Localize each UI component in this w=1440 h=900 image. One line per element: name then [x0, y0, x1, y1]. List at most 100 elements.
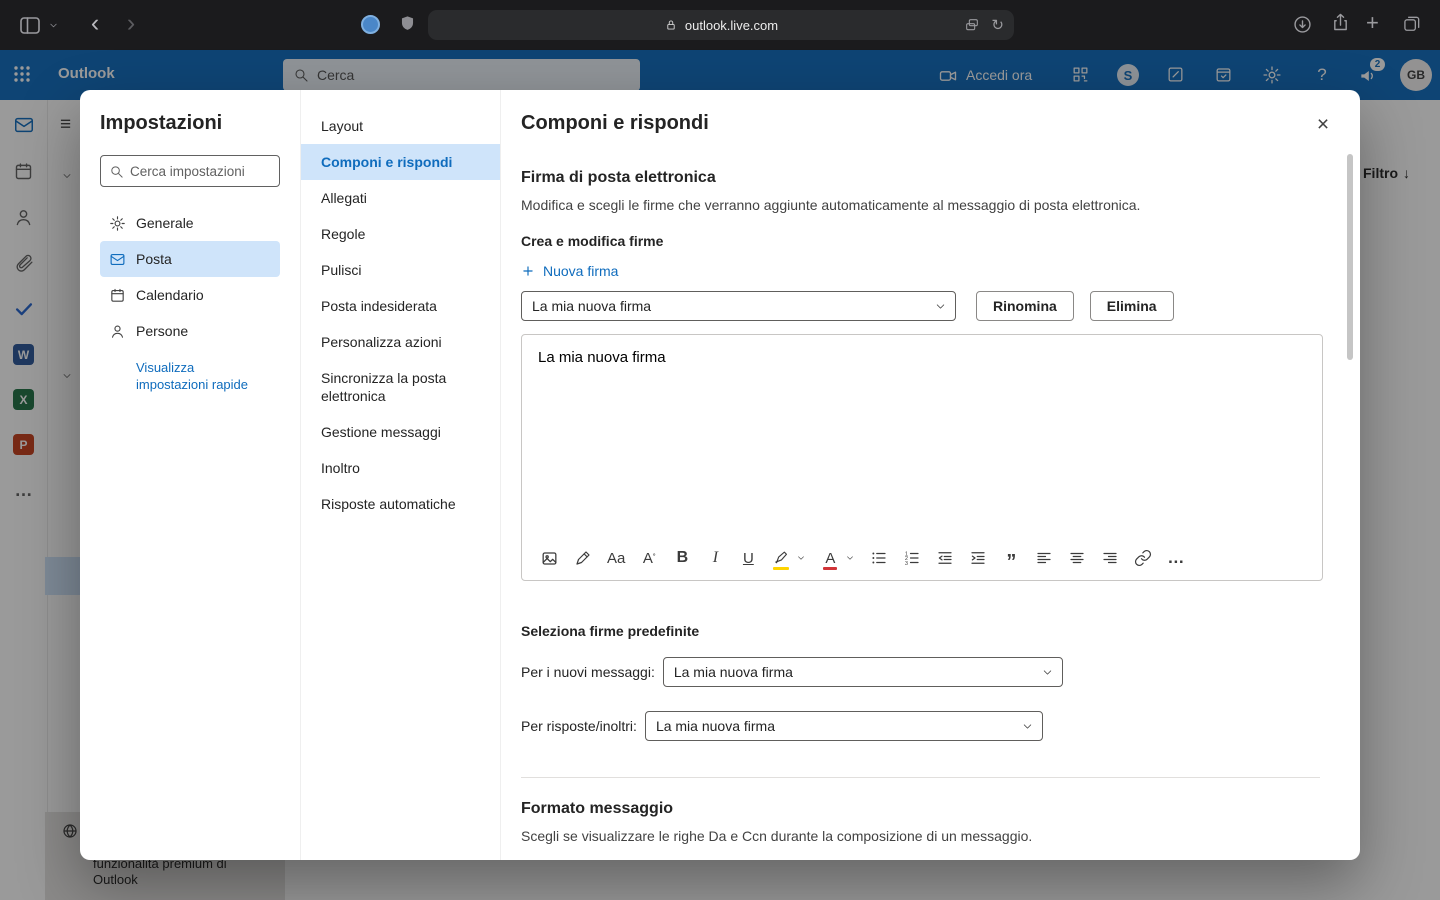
default-signatures-heading: Seleziona firme predefinite — [521, 623, 1320, 639]
back-button[interactable]: ‹ — [82, 8, 108, 38]
highlight-chevron-icon[interactable] — [796, 553, 806, 563]
tab-group-chevron-icon[interactable] — [48, 20, 59, 31]
chevron-down-icon — [1041, 666, 1054, 679]
numbered-list-icon[interactable]: 123 — [903, 546, 921, 570]
replies-select[interactable]: La mia nuova firma — [645, 711, 1043, 741]
section-gestione-messaggi[interactable]: Gestione messaggi — [301, 414, 500, 450]
align-center-icon[interactable] — [1068, 546, 1086, 570]
chevron-down-icon — [1021, 720, 1034, 733]
signature-editor[interactable]: La mia nuova firma Aa A˚ B I U — [521, 334, 1323, 581]
settings-nav-panel: Impostazioni Generale Posta — [80, 90, 300, 860]
bullet-list-icon[interactable] — [870, 546, 888, 570]
section-allegati[interactable]: Allegati — [301, 180, 500, 216]
quote-icon[interactable]: ” — [1002, 546, 1020, 570]
calendar-icon — [108, 286, 126, 304]
section-personalizza-azioni[interactable]: Personalizza azioni — [301, 324, 500, 360]
category-label: Persone — [136, 323, 188, 339]
category-generale[interactable]: Generale — [100, 205, 280, 241]
new-signature-label: Nuova firma — [543, 263, 618, 279]
extension-icon[interactable] — [361, 15, 380, 34]
panel-title: Componi e rispondi — [521, 90, 1320, 135]
section-inoltro[interactable]: Inoltro — [301, 450, 500, 486]
browser-chrome: ‹ › outlook.live.com ↻ + — [0, 0, 1440, 50]
align-right-icon[interactable] — [1101, 546, 1119, 570]
lock-icon — [664, 18, 678, 32]
font-size-glyph: A — [643, 550, 653, 567]
indent-icon[interactable] — [969, 546, 987, 570]
link-icon[interactable] — [1134, 546, 1152, 570]
tab-overview-icon[interactable] — [1402, 14, 1422, 34]
editor-toolbar: Aa A˚ B I U A — [540, 542, 1310, 574]
category-label: Calendario — [136, 287, 204, 303]
align-left-icon[interactable] — [1035, 546, 1053, 570]
person-icon — [108, 322, 126, 340]
category-label: Posta — [136, 251, 172, 267]
category-posta[interactable]: Posta — [100, 241, 280, 277]
font-icon[interactable]: Aa — [607, 546, 625, 570]
bold-icon[interactable]: B — [673, 546, 691, 570]
shield-extension-icon[interactable] — [398, 14, 417, 33]
reload-icon[interactable]: ↻ — [991, 16, 1004, 34]
quick-settings-link[interactable]: Visualizza impostazioni rapide — [136, 359, 268, 393]
font-size-icon[interactable]: A˚ — [640, 546, 658, 570]
section-layout[interactable]: Layout — [301, 108, 500, 144]
sidebar-toggle-icon[interactable] — [18, 13, 42, 37]
settings-title: Impostazioni — [100, 112, 280, 135]
font-color-icon[interactable]: A — [821, 546, 839, 570]
new-signature-button[interactable]: Nuova firma — [521, 263, 618, 279]
svg-text:3: 3 — [905, 561, 908, 567]
replies-label: Per risposte/inoltri: — [521, 718, 637, 734]
signature-editor-text[interactable]: La mia nuova firma — [522, 335, 1322, 380]
address-bar[interactable]: outlook.live.com ↻ — [428, 10, 1014, 40]
insert-image-icon[interactable] — [540, 546, 559, 570]
outdent-icon[interactable] — [936, 546, 954, 570]
category-label: Generale — [136, 215, 194, 231]
delete-button[interactable]: Elimina — [1090, 291, 1174, 321]
create-signatures-heading: Crea e modifica firme — [521, 233, 1320, 249]
gear-icon — [108, 214, 126, 232]
settings-modal: Impostazioni Generale Posta — [80, 90, 1360, 860]
signature-select[interactable]: La mia nuova firma — [521, 291, 956, 321]
new-messages-label: Per i nuovi messaggi: — [521, 664, 655, 680]
rename-button[interactable]: Rinomina — [976, 291, 1074, 321]
new-messages-value: La mia nuova firma — [674, 664, 793, 680]
mail-icon — [108, 250, 126, 268]
message-format-heading: Formato messaggio — [521, 800, 1320, 818]
downloads-icon[interactable] — [1292, 14, 1313, 35]
more-options-icon[interactable]: … — [1167, 546, 1185, 570]
signature-select-value: La mia nuova firma — [532, 298, 651, 314]
settings-sections-list: Layout Componi e rispondi Allegati Regol… — [300, 90, 500, 860]
category-calendario[interactable]: Calendario — [100, 277, 280, 313]
chevron-down-icon — [934, 300, 947, 313]
section-sincronizza-posta[interactable]: Sincronizza la posta elettronica — [301, 360, 500, 414]
new-tab-icon[interactable]: + — [1366, 10, 1379, 36]
section-posta-indesiderata[interactable]: Posta indesiderata — [301, 288, 500, 324]
section-componi-e-rispondi[interactable]: Componi e rispondi — [301, 144, 500, 180]
plus-icon — [521, 264, 535, 278]
underline-icon[interactable]: U — [739, 546, 757, 570]
new-messages-select[interactable]: La mia nuova firma — [663, 657, 1063, 687]
settings-search-input[interactable] — [130, 164, 271, 179]
replies-value: La mia nuova firma — [656, 718, 775, 734]
page-copy-icon[interactable] — [964, 17, 980, 33]
font-color-chevron-icon[interactable] — [845, 553, 855, 563]
settings-detail-panel: Componi e rispondi × Firma di posta elet… — [500, 90, 1360, 860]
pen-icon[interactable] — [574, 546, 592, 570]
signature-heading: Firma di posta elettronica — [521, 169, 1320, 187]
section-risposte-automatiche[interactable]: Risposte automatiche — [301, 486, 500, 522]
section-regole[interactable]: Regole — [301, 216, 500, 252]
font-color-glyph: A — [825, 550, 835, 567]
settings-search[interactable] — [100, 155, 280, 187]
search-icon — [109, 164, 124, 179]
section-pulisci[interactable]: Pulisci — [301, 252, 500, 288]
category-persone[interactable]: Persone — [100, 313, 280, 349]
share-icon[interactable] — [1330, 12, 1351, 33]
scrollbar-thumb[interactable] — [1347, 154, 1353, 360]
highlight-icon[interactable] — [772, 546, 790, 570]
italic-icon[interactable]: I — [706, 546, 724, 570]
url-text: outlook.live.com — [685, 18, 778, 33]
message-format-description: Scegli se visualizzare le righe Da e Ccn… — [521, 828, 1320, 844]
section-divider — [521, 777, 1320, 778]
close-icon[interactable]: × — [1310, 112, 1336, 138]
forward-button[interactable]: › — [118, 8, 144, 38]
